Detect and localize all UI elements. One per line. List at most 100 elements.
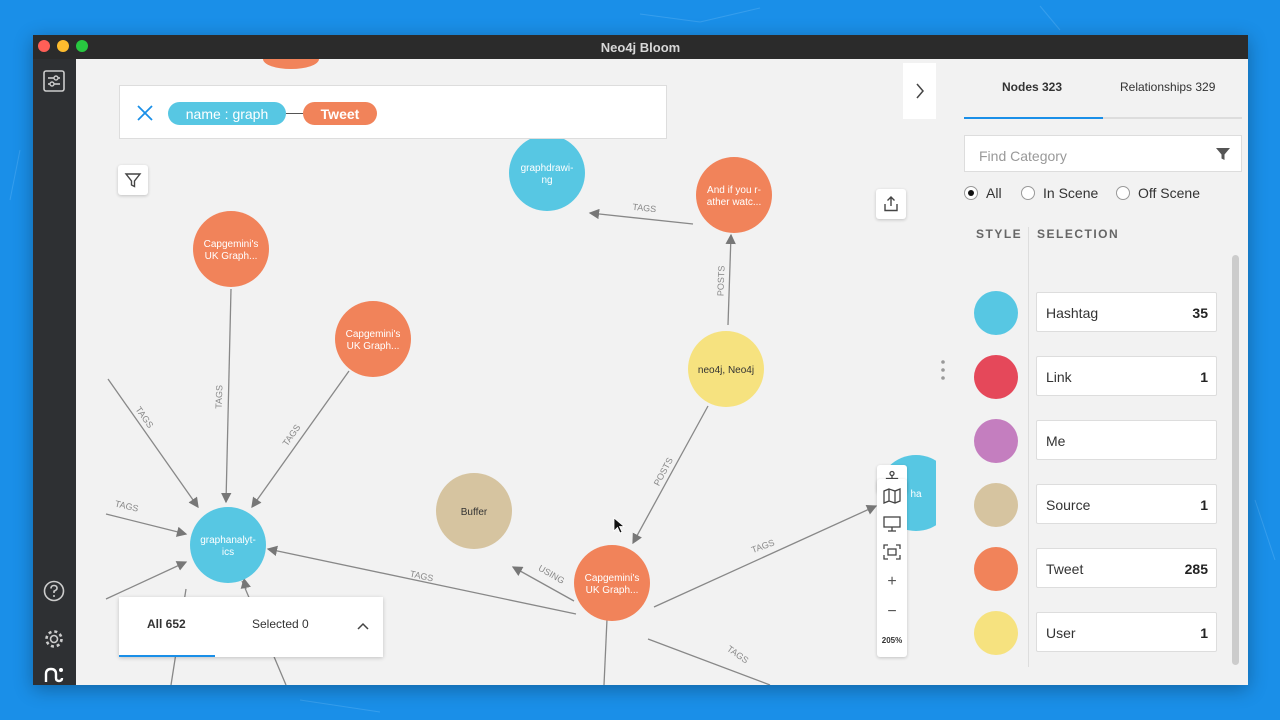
style-column-header: STYLE xyxy=(976,227,1023,241)
collapse-panel-button[interactable] xyxy=(903,63,936,119)
graph-edge[interactable] xyxy=(221,288,232,504)
graph-edge[interactable] xyxy=(632,405,709,545)
graph-canvas[interactable]: TAGS TAGS TAGS TAGS TAGS USING TAGS POST… xyxy=(76,59,936,685)
edge-label-posts: POSTS xyxy=(715,265,726,296)
edge-label-tags: TAGS xyxy=(114,499,139,514)
category-row[interactable]: Hashtag 35 xyxy=(974,291,1229,335)
graph-node[interactable]: Buffer xyxy=(436,473,512,549)
chip-connector xyxy=(286,113,303,114)
graph-node-label: ather watc... xyxy=(707,197,761,208)
search-chip-tweet[interactable]: Tweet xyxy=(303,102,377,125)
graph-node[interactable]: Capgemini'sUK Graph... xyxy=(574,545,650,621)
search-bar[interactable]: name : graph Tweet xyxy=(119,85,667,139)
radio-all[interactable]: All xyxy=(964,185,1002,201)
category-row[interactable]: Link 1 xyxy=(974,355,1229,399)
export-button[interactable] xyxy=(876,189,906,219)
edge-label-tags: TAGS xyxy=(725,644,750,666)
category-row[interactable]: Source 1 xyxy=(974,483,1229,527)
graph-node[interactable]: graphanalyt-ics xyxy=(190,507,266,583)
graph-node-label: Buffer xyxy=(461,507,488,518)
category-name: Link xyxy=(1046,369,1072,385)
category-selection-card[interactable]: Me xyxy=(1036,420,1217,460)
filter-icon[interactable] xyxy=(1215,146,1231,162)
resize-handle-icon[interactable] xyxy=(941,359,945,383)
counts-panel: All 652 Selected 0 xyxy=(119,597,383,657)
neo4j-logo-icon[interactable] xyxy=(42,663,66,685)
graph-node[interactable]: And if you r-ather watc... xyxy=(696,157,772,233)
radio-off-scene[interactable]: Off Scene xyxy=(1116,185,1200,201)
tab-relationships[interactable]: Relationships 329 xyxy=(1120,80,1215,94)
graph-edge[interactable] xyxy=(251,370,350,509)
count-all-tab[interactable]: All 652 xyxy=(147,617,186,631)
tab-nodes[interactable]: Nodes 323 xyxy=(1002,80,1062,94)
graph-edge[interactable] xyxy=(105,513,188,537)
category-selection-card[interactable]: Tweet 285 xyxy=(1036,548,1217,588)
graph-edge[interactable] xyxy=(588,208,694,225)
graph-node-label: UK Graph... xyxy=(205,251,258,262)
category-selection-card[interactable]: User 1 xyxy=(1036,612,1217,652)
graph-node[interactable] xyxy=(263,59,319,69)
legend-panel: Nodes 323 Relationships 329 Find Categor… xyxy=(936,59,1248,685)
graph-edge[interactable] xyxy=(603,618,608,685)
category-style-swatch[interactable] xyxy=(974,547,1018,591)
settings-gear-icon[interactable] xyxy=(42,627,66,651)
category-selection-card[interactable]: Link 1 xyxy=(1036,356,1217,396)
category-row[interactable]: User 1 xyxy=(974,611,1229,655)
graph-node-label: ics xyxy=(222,547,234,558)
help-icon[interactable] xyxy=(42,579,66,603)
map-view-button[interactable] xyxy=(877,483,907,509)
graph-edge[interactable] xyxy=(107,378,199,509)
find-category-input[interactable]: Find Category xyxy=(964,135,1242,172)
radio-in-scene[interactable]: In Scene xyxy=(1021,185,1098,201)
chevron-up-icon[interactable] xyxy=(357,621,369,631)
fit-to-screen-button[interactable] xyxy=(877,539,907,565)
graph-edge[interactable] xyxy=(105,561,188,600)
perspective-icon[interactable] xyxy=(42,69,66,93)
graph-edge[interactable] xyxy=(647,638,771,685)
category-count: 1 xyxy=(1200,625,1208,641)
graph-node-label: Capgemini's xyxy=(346,329,401,340)
count-selected-tab[interactable]: Selected 0 xyxy=(252,617,309,631)
presentation-mode-button[interactable] xyxy=(877,511,907,537)
filter-icon xyxy=(124,173,142,188)
edge-label-tags: TAGS xyxy=(214,385,225,409)
scrollbar[interactable] xyxy=(1232,255,1239,665)
filter-button[interactable] xyxy=(118,165,148,195)
category-count: 35 xyxy=(1192,305,1208,321)
search-chip-name[interactable]: name : graph xyxy=(168,102,286,125)
category-selection-card[interactable]: Source 1 xyxy=(1036,484,1217,524)
graph-node[interactable]: graphdrawi-ng xyxy=(509,135,585,211)
zoom-in-button[interactable]: + xyxy=(877,569,907,595)
zoom-controls: + − 205% xyxy=(877,479,907,657)
category-name: User xyxy=(1046,625,1076,641)
close-window-button[interactable] xyxy=(38,40,50,52)
chevron-right-icon xyxy=(915,83,924,99)
mouse-cursor-icon xyxy=(613,517,625,534)
category-style-swatch[interactable] xyxy=(974,419,1018,463)
minimize-window-button[interactable] xyxy=(57,40,69,52)
category-row[interactable]: Tweet 285 xyxy=(974,547,1229,591)
edge-label-tags: TAGS xyxy=(750,537,776,555)
graph-node-label: UK Graph... xyxy=(586,585,639,596)
graph-node-label: graphdrawi- xyxy=(521,163,574,174)
category-count: 285 xyxy=(1184,561,1208,577)
maximize-window-button[interactable] xyxy=(76,40,88,52)
category-style-swatch[interactable] xyxy=(974,355,1018,399)
active-tab-indicator xyxy=(119,655,215,657)
clear-search-icon[interactable] xyxy=(136,104,154,122)
graph-edge[interactable] xyxy=(725,233,736,326)
fit-screen-icon xyxy=(883,544,901,560)
category-selection-card[interactable]: Hashtag 35 xyxy=(1036,292,1217,332)
graph-node[interactable]: Capgemini'sUK Graph... xyxy=(193,211,269,287)
category-style-swatch[interactable] xyxy=(974,291,1018,335)
selection-column-header: SELECTION xyxy=(1037,227,1120,241)
graph-node-label: Capgemini's xyxy=(204,239,259,250)
category-style-swatch[interactable] xyxy=(974,611,1018,655)
graph-node[interactable]: neo4j, Neo4j xyxy=(688,331,764,407)
graph-edge[interactable] xyxy=(653,505,878,608)
category-row[interactable]: Me xyxy=(974,419,1229,463)
graph-node[interactable]: Capgemini'sUK Graph... xyxy=(335,301,411,377)
zoom-out-button[interactable]: − xyxy=(877,599,907,625)
category-style-swatch[interactable] xyxy=(974,483,1018,527)
graph-scene[interactable]: TAGS TAGS TAGS TAGS TAGS USING TAGS POST… xyxy=(76,59,936,685)
